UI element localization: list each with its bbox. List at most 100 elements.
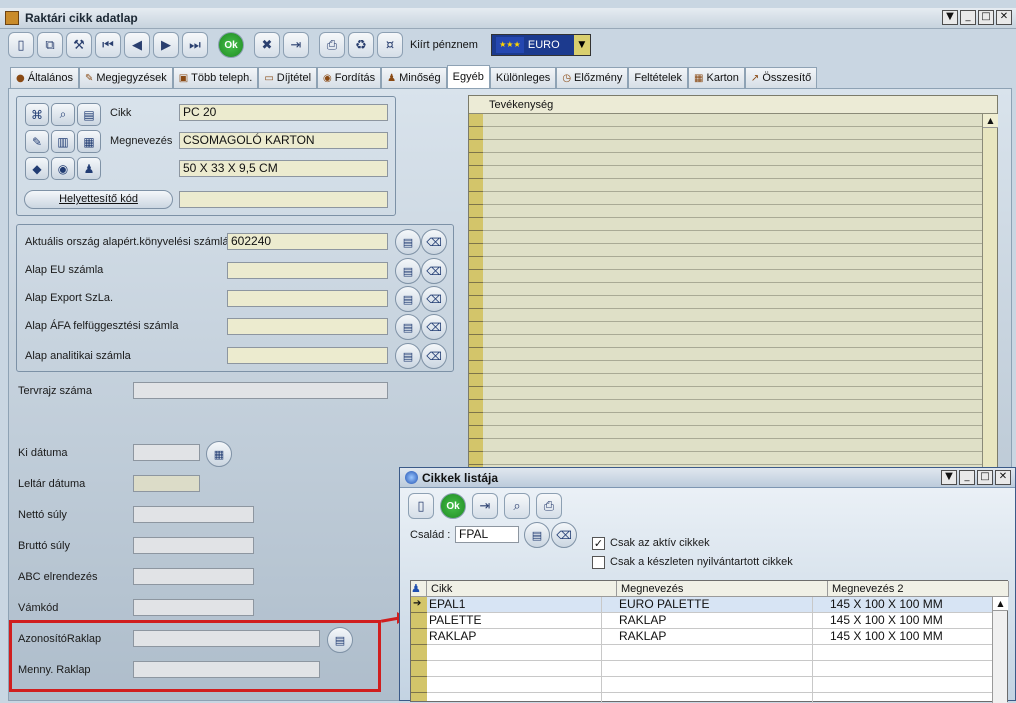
ok-button[interactable]: Ok xyxy=(218,32,244,58)
exit-button[interactable]: ⇥ xyxy=(283,32,309,58)
column-header-cikk[interactable]: Cikk xyxy=(427,581,617,597)
tab-minoseg[interactable]: ♟ Minőség xyxy=(381,67,447,88)
search-icon: ⌕ xyxy=(59,107,67,121)
table-row[interactable] xyxy=(427,677,993,693)
tab-icon: ● xyxy=(16,72,25,84)
delete-button[interactable]: ✖ xyxy=(254,32,280,58)
calculator-button[interactable]: ▦ xyxy=(77,130,101,153)
account-lookup-button-3[interactable]: ▤ xyxy=(395,286,421,312)
table-row[interactable]: PALETTE RAKLAP 145 X 100 X 100 MM xyxy=(427,613,993,629)
tools-button[interactable]: ⚒ xyxy=(66,32,92,58)
view-button[interactable]: ◉ xyxy=(51,157,75,180)
barcode-button[interactable]: ▥ xyxy=(51,130,75,153)
menu-dropdown-button[interactable]: ▼ xyxy=(942,10,958,25)
table-scrollbar[interactable]: ▲ xyxy=(992,597,1008,703)
account-lookup-button-5[interactable]: ▤ xyxy=(395,343,421,369)
tab-forditas[interactable]: ◉ Fordítás xyxy=(317,67,382,88)
pencil-button[interactable]: ✎ xyxy=(25,130,49,153)
previous-record-button[interactable]: ◀ xyxy=(124,32,150,58)
active-only-checkbox[interactable]: ✓ xyxy=(592,537,605,550)
tab-kulonleges[interactable]: Különleges xyxy=(489,67,557,88)
box-button[interactable]: ◆ xyxy=(25,157,49,180)
tab-tobb-teleph[interactable]: ▣ Több teleph. xyxy=(172,67,259,88)
chevron-down-icon[interactable]: ▼ xyxy=(573,35,590,55)
copy-button[interactable]: ⧉ xyxy=(37,32,63,58)
popup-print-button[interactable]: ⎙ xyxy=(536,493,562,519)
tab-feltetelek[interactable]: Feltételek xyxy=(628,67,689,88)
popup-maximize-button[interactable]: □ xyxy=(977,470,993,485)
tab-dijtetel[interactable]: ▭ Díjtétel xyxy=(258,67,318,88)
calendar-button[interactable]: ▦ xyxy=(206,441,232,467)
brutto-suly-field[interactable] xyxy=(133,537,254,554)
tervrajz-field[interactable] xyxy=(133,382,388,399)
account-field-1[interactable]: 602240 xyxy=(227,233,388,250)
print-button[interactable]: ⎙ xyxy=(319,32,345,58)
account-field-2[interactable] xyxy=(227,262,388,279)
first-record-button[interactable]: ⏮ xyxy=(95,32,121,58)
column-header-megnevezes[interactable]: Megnevezés xyxy=(617,581,828,597)
search-button[interactable]: ⌕ xyxy=(51,103,75,126)
stock-only-checkbox[interactable] xyxy=(592,556,605,569)
account-clear-button-2[interactable]: ⌫ xyxy=(421,258,447,284)
table-row[interactable] xyxy=(427,661,993,677)
film-button[interactable]: ▤ xyxy=(77,103,101,126)
minimize-button[interactable]: _ xyxy=(960,10,976,25)
csalad-lookup-button[interactable]: ▤ xyxy=(524,522,550,548)
popup-close-button[interactable]: ✕ xyxy=(995,470,1011,485)
tab-elozmeny[interactable]: ◷ Előzmény xyxy=(556,67,629,88)
tab-altalanos[interactable]: ● Általános xyxy=(10,67,79,88)
leltar-datuma-field[interactable] xyxy=(133,475,200,492)
tab-karton[interactable]: ▦ Karton xyxy=(688,67,745,88)
account-clear-button-5[interactable]: ⌫ xyxy=(421,343,447,369)
csalad-field[interactable]: FPAL xyxy=(455,526,519,543)
maximize-button[interactable]: □ xyxy=(978,10,994,25)
currency-select[interactable]: ★★★ EURO ▼ xyxy=(490,34,591,56)
table-row[interactable]: EPAL1 EURO PALETTE 145 X 100 X 100 MM xyxy=(427,597,993,613)
helyettesito-kod-field[interactable] xyxy=(179,191,388,208)
table-row[interactable] xyxy=(427,645,993,661)
table-row[interactable]: RAKLAP RAKLAP 145 X 100 X 100 MM xyxy=(427,629,993,645)
csalad-clear-button[interactable]: ⌫ xyxy=(551,522,577,548)
helyettesito-kod-button[interactable]: Helyettesítő kód xyxy=(24,190,173,209)
currency-button[interactable]: ¤ xyxy=(377,32,403,58)
tab-osszesito[interactable]: ↗ Összesítő xyxy=(744,67,818,88)
popup-search-button[interactable]: ⌕ xyxy=(504,493,530,519)
account-field-3[interactable] xyxy=(227,290,388,307)
vamkod-field[interactable] xyxy=(133,599,254,616)
new-document-button[interactable]: ▯ xyxy=(8,32,34,58)
account-field-5[interactable] xyxy=(227,347,388,364)
megnevezes-field[interactable]: CSOMAGOLÓ KARTON xyxy=(179,132,388,149)
tab-megjegyzesek[interactable]: ✎ Megjegyzések xyxy=(79,67,173,88)
account-clear-button-4[interactable]: ⌫ xyxy=(421,314,447,340)
scroll-up-icon[interactable]: ▲ xyxy=(983,114,998,128)
abc-elrendezes-field[interactable] xyxy=(133,568,254,585)
popup-new-button[interactable]: ▯ xyxy=(408,493,434,519)
close-button[interactable]: ✕ xyxy=(996,10,1012,25)
trash-button[interactable]: ♻ xyxy=(348,32,374,58)
cikk-field[interactable]: PC 20 xyxy=(179,104,388,121)
tab-egyeb[interactable]: Egyéb xyxy=(446,65,490,88)
account-lookup-button-4[interactable]: ▤ xyxy=(395,314,421,340)
ki-datuma-field[interactable] xyxy=(133,444,200,461)
next-record-button[interactable]: ▶ xyxy=(153,32,179,58)
dimensions-field[interactable]: 50 X 33 X 9,5 CM xyxy=(179,160,388,177)
scroll-up-icon[interactable]: ▲ xyxy=(993,597,1008,611)
account-clear-button-1[interactable]: ⌫ xyxy=(421,229,447,255)
activity-grid[interactable]: Tevékenység ▲ xyxy=(468,95,998,470)
account-field-4[interactable] xyxy=(227,318,388,335)
account-lookup-button-2[interactable]: ▤ xyxy=(395,258,421,284)
last-record-button[interactable]: ⏭ xyxy=(182,32,208,58)
cikkek-table[interactable]: ♟ Cikk Megnevezés Megnevezés 2 ➔ EPAL1 E… xyxy=(410,580,1009,703)
netto-suly-field[interactable] xyxy=(133,506,254,523)
popup-minimize-button[interactable]: _ xyxy=(959,470,975,485)
tree-button[interactable]: ⌘ xyxy=(25,103,49,126)
activity-grid-scrollbar[interactable]: ▲ xyxy=(982,114,998,469)
column-header-megnevezes2[interactable]: Megnevezés 2 xyxy=(828,581,1009,597)
account-lookup-button-1[interactable]: ▤ xyxy=(395,229,421,255)
popup-exit-button[interactable]: ⇥ xyxy=(472,493,498,519)
popup-ok-button[interactable]: Ok xyxy=(440,493,466,519)
popup-menu-button[interactable]: ▼ xyxy=(941,470,957,485)
activity-grid-rows[interactable] xyxy=(469,114,983,469)
user-button[interactable]: ♟ xyxy=(77,157,101,180)
account-clear-button-3[interactable]: ⌫ xyxy=(421,286,447,312)
